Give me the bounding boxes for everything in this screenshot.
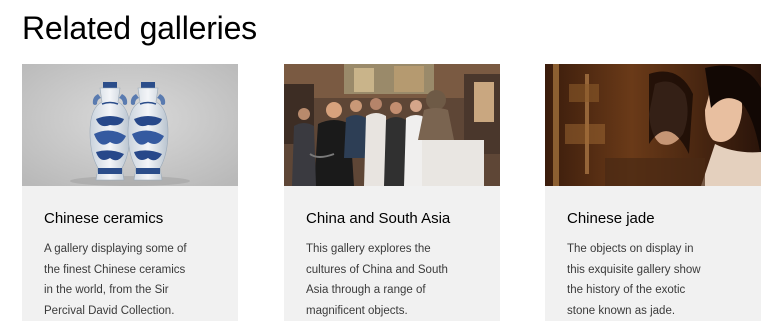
card-description: The objects on display in this exquisite… — [567, 239, 747, 321]
section-title: Related galleries — [22, 10, 257, 46]
card-description-line: the history of the exotic — [567, 284, 686, 296]
card-description-line: stone known as jade. — [567, 304, 676, 317]
card-description-line: this exquisite gallery show — [567, 263, 701, 276]
card-description-line: This gallery explores the — [306, 243, 431, 255]
card-title[interactable]: China and South Asia — [306, 210, 450, 228]
card-title[interactable]: Chinese ceramics — [44, 210, 163, 228]
card-description: A gallery displaying some of the finest … — [44, 239, 224, 321]
card-image-chinese-jade[interactable] — [545, 64, 761, 186]
card-description: This gallery explores the cultures of Ch… — [306, 239, 486, 321]
gallery-card-chinese-ceramics[interactable]: Chinese ceramics A gallery displaying so… — [22, 64, 238, 321]
card-description-line: The objects on display in — [567, 243, 694, 255]
card-description-line: the finest Chinese ceramics — [44, 263, 186, 276]
card-description-line: in the world, from the Sir — [44, 284, 169, 296]
gallery-card-china-and-south-asia[interactable]: China and South Asia This gallery explor… — [284, 64, 500, 321]
gallery-visitors-image — [284, 64, 500, 186]
vases-image — [22, 64, 238, 186]
gallery-card-chinese-jade[interactable]: Chinese jade The objects on display in t… — [545, 64, 761, 321]
card-description-line: magnificent objects. — [306, 304, 408, 317]
card-description-line: Percival David Collection. — [44, 304, 175, 317]
jade-display-image — [545, 64, 761, 186]
card-image-china-and-south-asia[interactable] — [284, 64, 500, 186]
card-image-chinese-ceramics[interactable] — [22, 64, 238, 186]
card-title[interactable]: Chinese jade — [567, 210, 655, 228]
card-description-line: A gallery displaying some of — [44, 243, 187, 255]
card-description-line: cultures of China and South — [306, 263, 448, 276]
card-description-line: Asia through a range of — [306, 284, 426, 296]
